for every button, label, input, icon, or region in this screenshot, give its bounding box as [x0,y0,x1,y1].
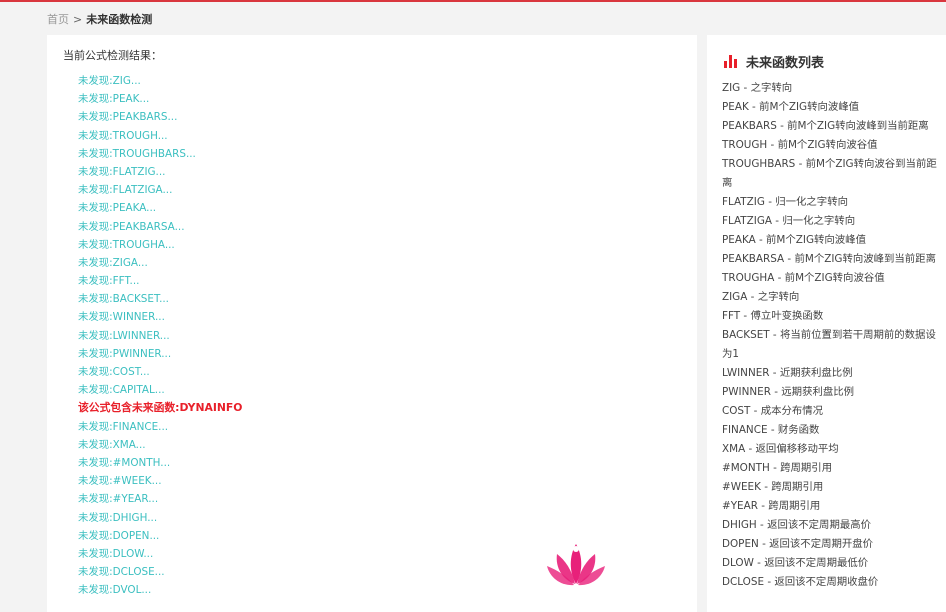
function-list-item: PWINNER - 远期获利盘比例 [722,386,855,398]
function-list-item: DHIGH - 返回该不定周期最高价 [722,519,872,531]
result-item: 未发现:XMA... [78,438,146,451]
result-list: 未发现:ZIG... 未发现:PEAK... 未发现:PEAKBARS... 未发现:… [78,72,242,599]
function-list-item: BACKSET - 将当前位置到若干周期前的数据设为1 [722,329,936,360]
result-item: 未发现:FFT... [78,275,140,288]
result-item: 未发现:PEAKBARS... [78,111,178,124]
function-list-item: PEAKA - 前M个ZIG转向波峰值 [722,234,866,246]
result-item: 未发现:DLOW... [78,547,154,560]
sidebar-header: 未来函数列表 [724,52,825,71]
function-list-item: DLOW - 返回该不定周期最低价 [722,557,869,569]
result-item: 未发现:LWINNER... [78,329,170,342]
result-title: 当前公式检测结果： [63,49,162,62]
function-list-item: PEAK - 前M个ZIG转向波峰值 [722,101,860,113]
top-accent-line [0,0,946,2]
future-function-sidebar: 未来函数列表 ZIG - 之字转向 PEAK - 前M个ZIG转向波峰值 PEAKB… [707,35,946,612]
function-list-item: FLATZIGA - 归一化之字转向 [722,215,856,227]
lotus-logo-icon [547,544,605,586]
function-list-item: DCLOSE - 返回该不定周期收盘价 [722,576,879,588]
result-item: 未发现:TROUGHBARS... [78,147,196,160]
function-list-item: #MONTH - 跨周期引用 [722,462,833,474]
result-item: 未发现:FINANCE... [78,420,169,433]
result-item: 未发现:FLATZIGA... [78,184,173,197]
function-list-item: FINANCE - 财务函数 [722,424,820,436]
function-list-item: #WEEK - 跨周期引用 [722,481,824,493]
result-item: 未发现:DCLOSE... [78,566,165,579]
function-list-item: FLATZIG - 归一化之字转向 [722,196,848,208]
function-list-item: ZIGA - 之字转向 [722,291,800,303]
function-list-item: TROUGHBARS - 前M个ZIG转向波谷到当前距离 [722,158,937,189]
detection-result-panel: 当前公式检测结果： 未发现:ZIG... 未发现:PEAK... 未发现:PEAKB… [47,35,697,612]
result-item: 未发现:FLATZIG... [78,165,166,178]
function-list-item: COST - 成本分布情况 [722,405,824,417]
result-item: 未发现:PEAKA... [78,202,157,215]
function-list-item: DOPEN - 返回该不定周期开盘价 [722,538,874,550]
function-list-item: ZIG - 之字转向 [722,82,793,94]
result-item: 未发现:COST... [78,366,150,378]
result-item: 未发现:PWINNER... [78,347,172,360]
result-item: 未发现:#WEEK... [78,475,162,488]
breadcrumb-current: 未来函数检测 [86,13,153,26]
result-item: 未发现:ZIGA... [78,256,148,269]
result-item-future-found: 该公式包含未来函数:DYNAINFO [78,401,243,415]
function-list-item: TROUGHA - 前M个ZIG转向波谷值 [722,272,885,284]
result-item: 未发现:PEAK... [78,93,150,106]
breadcrumb-separator: > [73,13,83,26]
result-item: 未发现:TROUGHA... [78,238,175,251]
result-item: 未发现:#MONTH... [78,456,171,469]
result-item: 未发现:DHIGH... [78,511,158,524]
function-list-item: #YEAR - 跨周期引用 [722,500,821,512]
breadcrumb-home-link[interactable]: 首页 [47,13,69,26]
result-item: 未发现:#YEAR... [78,493,159,506]
sidebar-title: 未来函数列表 [746,55,825,71]
breadcrumb: 首页 > 未来函数检测 [47,11,152,27]
result-item: 未发现:CAPITAL... [78,384,165,397]
function-list-item: XMA - 返回偏移移动平均 [722,443,839,455]
function-list-item: PEAKBARS - 前M个ZIG转向波峰到当前距离 [722,120,929,132]
result-item: 未发现:WINNER... [78,311,165,324]
result-item: 未发现:ZIG... [78,75,141,87]
bar-chart-icon [724,54,737,68]
result-item: 未发现:DOPEN... [78,529,160,542]
function-list: ZIG - 之字转向 PEAK - 前M个ZIG转向波峰值 PEAKBARS - 前… [722,79,944,592]
function-list-item: PEAKBARSA - 前M个ZIG转向波峰到当前距离 [722,253,936,265]
result-item: 未发现:BACKSET... [78,293,169,306]
result-item: 未发现:TROUGH... [78,129,168,142]
function-list-item: LWINNER - 近期获利盘比例 [722,367,853,379]
function-list-item: TROUGH - 前M个ZIG转向波谷值 [722,139,878,151]
result-item: 未发现:PEAKBARSA... [78,220,185,233]
result-item: 未发现:DVOL... [78,584,152,597]
function-list-item: FFT - 傅立叶变换函数 [722,310,824,322]
